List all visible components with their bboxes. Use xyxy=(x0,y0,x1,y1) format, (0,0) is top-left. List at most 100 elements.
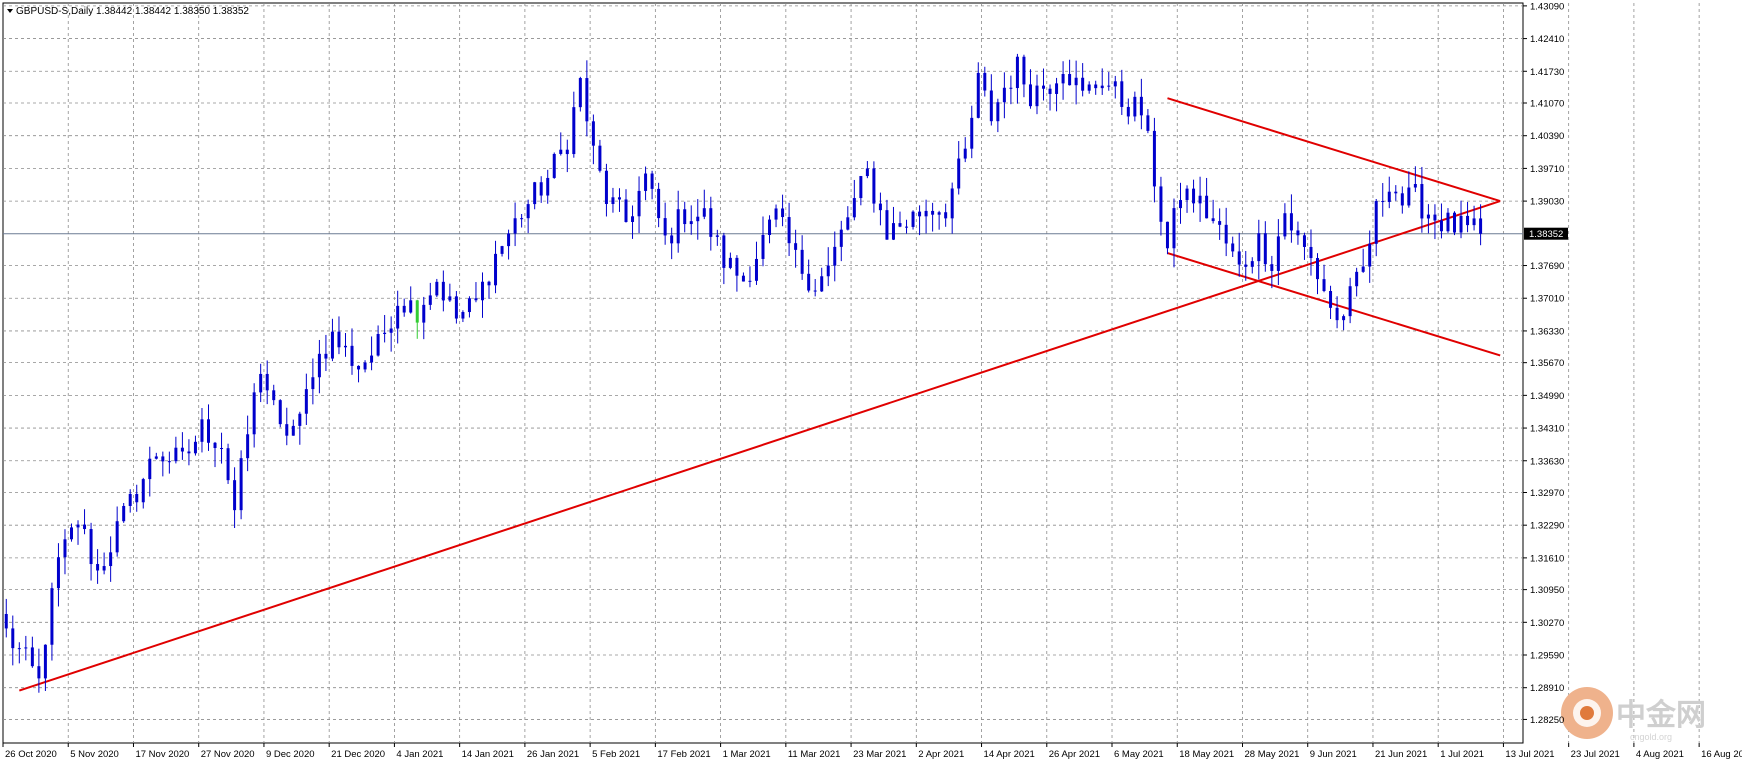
candle-body xyxy=(259,373,263,393)
candle-body xyxy=(304,389,308,414)
candle-body xyxy=(1192,188,1196,204)
candle-body xyxy=(1472,218,1476,226)
candle-body xyxy=(650,173,654,189)
candle-body xyxy=(520,218,524,220)
candle-body xyxy=(1211,218,1215,222)
candle-body xyxy=(1407,187,1411,206)
candle-body xyxy=(1400,193,1404,206)
candle-body xyxy=(559,149,563,154)
watermark: 中金网 cngold.org xyxy=(1561,687,1706,742)
watermark-text: 中金网 xyxy=(1616,698,1706,733)
candle-body xyxy=(1322,279,1326,292)
candle-body xyxy=(4,613,8,629)
y-tick-label: 1.43090 xyxy=(1530,1,1564,12)
candle-body xyxy=(996,102,1000,122)
candle-body xyxy=(239,458,243,511)
candle-body xyxy=(1068,74,1072,86)
candle-body xyxy=(702,208,706,217)
candle-body xyxy=(644,173,648,191)
candle-body xyxy=(513,218,517,234)
candle-body xyxy=(370,355,374,363)
candle-body xyxy=(480,281,484,301)
candle-body xyxy=(1361,266,1365,272)
candle-body xyxy=(317,353,321,378)
candle-body xyxy=(141,479,145,503)
candle-body xyxy=(1205,195,1209,219)
candle-body xyxy=(546,177,550,196)
candle-body xyxy=(1433,214,1437,221)
watermark-logo-dot xyxy=(1580,706,1594,720)
x-tick-label: 9 Jun 2021 xyxy=(1310,749,1357,760)
candle-body xyxy=(794,243,798,250)
y-tick-label: 1.30270 xyxy=(1530,618,1564,629)
svg-text:GBPUSD-S,Daily 1.38442 1.3844: GBPUSD-S,Daily 1.38442 1.38442 1.38350 1… xyxy=(16,6,249,17)
candle-body xyxy=(1302,235,1306,247)
y-tick-label: 1.28910 xyxy=(1530,683,1564,694)
x-tick-label: 18 May 2021 xyxy=(1179,749,1234,760)
candle-body xyxy=(807,273,811,291)
candle-body xyxy=(924,210,928,217)
candle-body xyxy=(115,521,119,553)
collapse-triangle-icon[interactable] xyxy=(7,9,13,13)
chart-header: GBPUSD-S,Daily 1.38442 1.38442 1.38350 1… xyxy=(7,6,249,17)
candle-body xyxy=(989,90,993,122)
candle-body xyxy=(813,290,817,292)
candle-body xyxy=(1342,316,1346,321)
candle-body xyxy=(578,78,582,108)
candle-body xyxy=(389,328,393,333)
candle-body xyxy=(1368,243,1372,267)
y-tick-label: 1.34990 xyxy=(1530,391,1564,402)
x-tick-label: 26 Jan 2021 xyxy=(527,749,579,760)
candle-body xyxy=(1035,85,1039,107)
candle-body xyxy=(911,211,915,227)
x-tick-label: 16 Aug 2021 xyxy=(1701,749,1742,760)
candle-body xyxy=(1439,220,1443,232)
candle-body xyxy=(330,331,334,359)
candle-body xyxy=(1159,186,1163,222)
candle-body xyxy=(1002,87,1006,103)
trendline[interactable] xyxy=(1167,97,1501,203)
candle-body xyxy=(754,258,758,281)
candle-body xyxy=(1257,233,1261,262)
candle-body xyxy=(83,524,87,530)
candle-body xyxy=(180,447,184,452)
candle-body xyxy=(461,312,465,319)
candle-body xyxy=(637,190,641,217)
candle-body xyxy=(1113,81,1117,87)
candle-body xyxy=(1198,195,1202,204)
candle-body xyxy=(383,332,387,334)
candle-body xyxy=(1237,251,1241,265)
candle-body xyxy=(585,78,589,122)
y-tick-label: 1.32290 xyxy=(1530,521,1564,532)
candle-body xyxy=(1218,221,1222,225)
candle-body xyxy=(43,644,47,679)
candle-body xyxy=(781,208,785,218)
candle-body xyxy=(539,182,543,196)
watermark-sub: cngold.org xyxy=(1630,732,1672,742)
candle-body xyxy=(272,390,276,401)
candle-body xyxy=(376,333,380,356)
candle-body xyxy=(676,209,680,244)
candle-body xyxy=(1420,184,1424,219)
y-tick-label: 1.33630 xyxy=(1530,456,1564,467)
candle-body xyxy=(1453,212,1457,233)
candle-body xyxy=(226,448,230,481)
candle-body xyxy=(937,212,941,215)
candle-body xyxy=(774,208,778,220)
trendline[interactable] xyxy=(1167,252,1501,357)
x-tick-label: 6 May 2021 xyxy=(1114,749,1164,760)
candle-body xyxy=(467,298,471,313)
candle-body xyxy=(500,246,504,254)
candle-body xyxy=(428,295,432,305)
candle-body xyxy=(154,456,158,459)
candle-body xyxy=(591,121,595,146)
plot-frame xyxy=(2,2,1524,744)
x-tick-label: 5 Feb 2021 xyxy=(592,749,640,760)
y-tick-label: 1.41070 xyxy=(1530,99,1564,110)
candle-body xyxy=(1394,191,1398,194)
candle-body xyxy=(1296,230,1300,236)
x-tick-label: 17 Feb 2021 xyxy=(657,749,710,760)
ohlc-readout: 1.38442 1.38442 1.38350 1.38352 xyxy=(96,6,249,17)
candle-body xyxy=(1387,191,1391,202)
x-tick-label: 9 Dec 2020 xyxy=(266,749,315,760)
